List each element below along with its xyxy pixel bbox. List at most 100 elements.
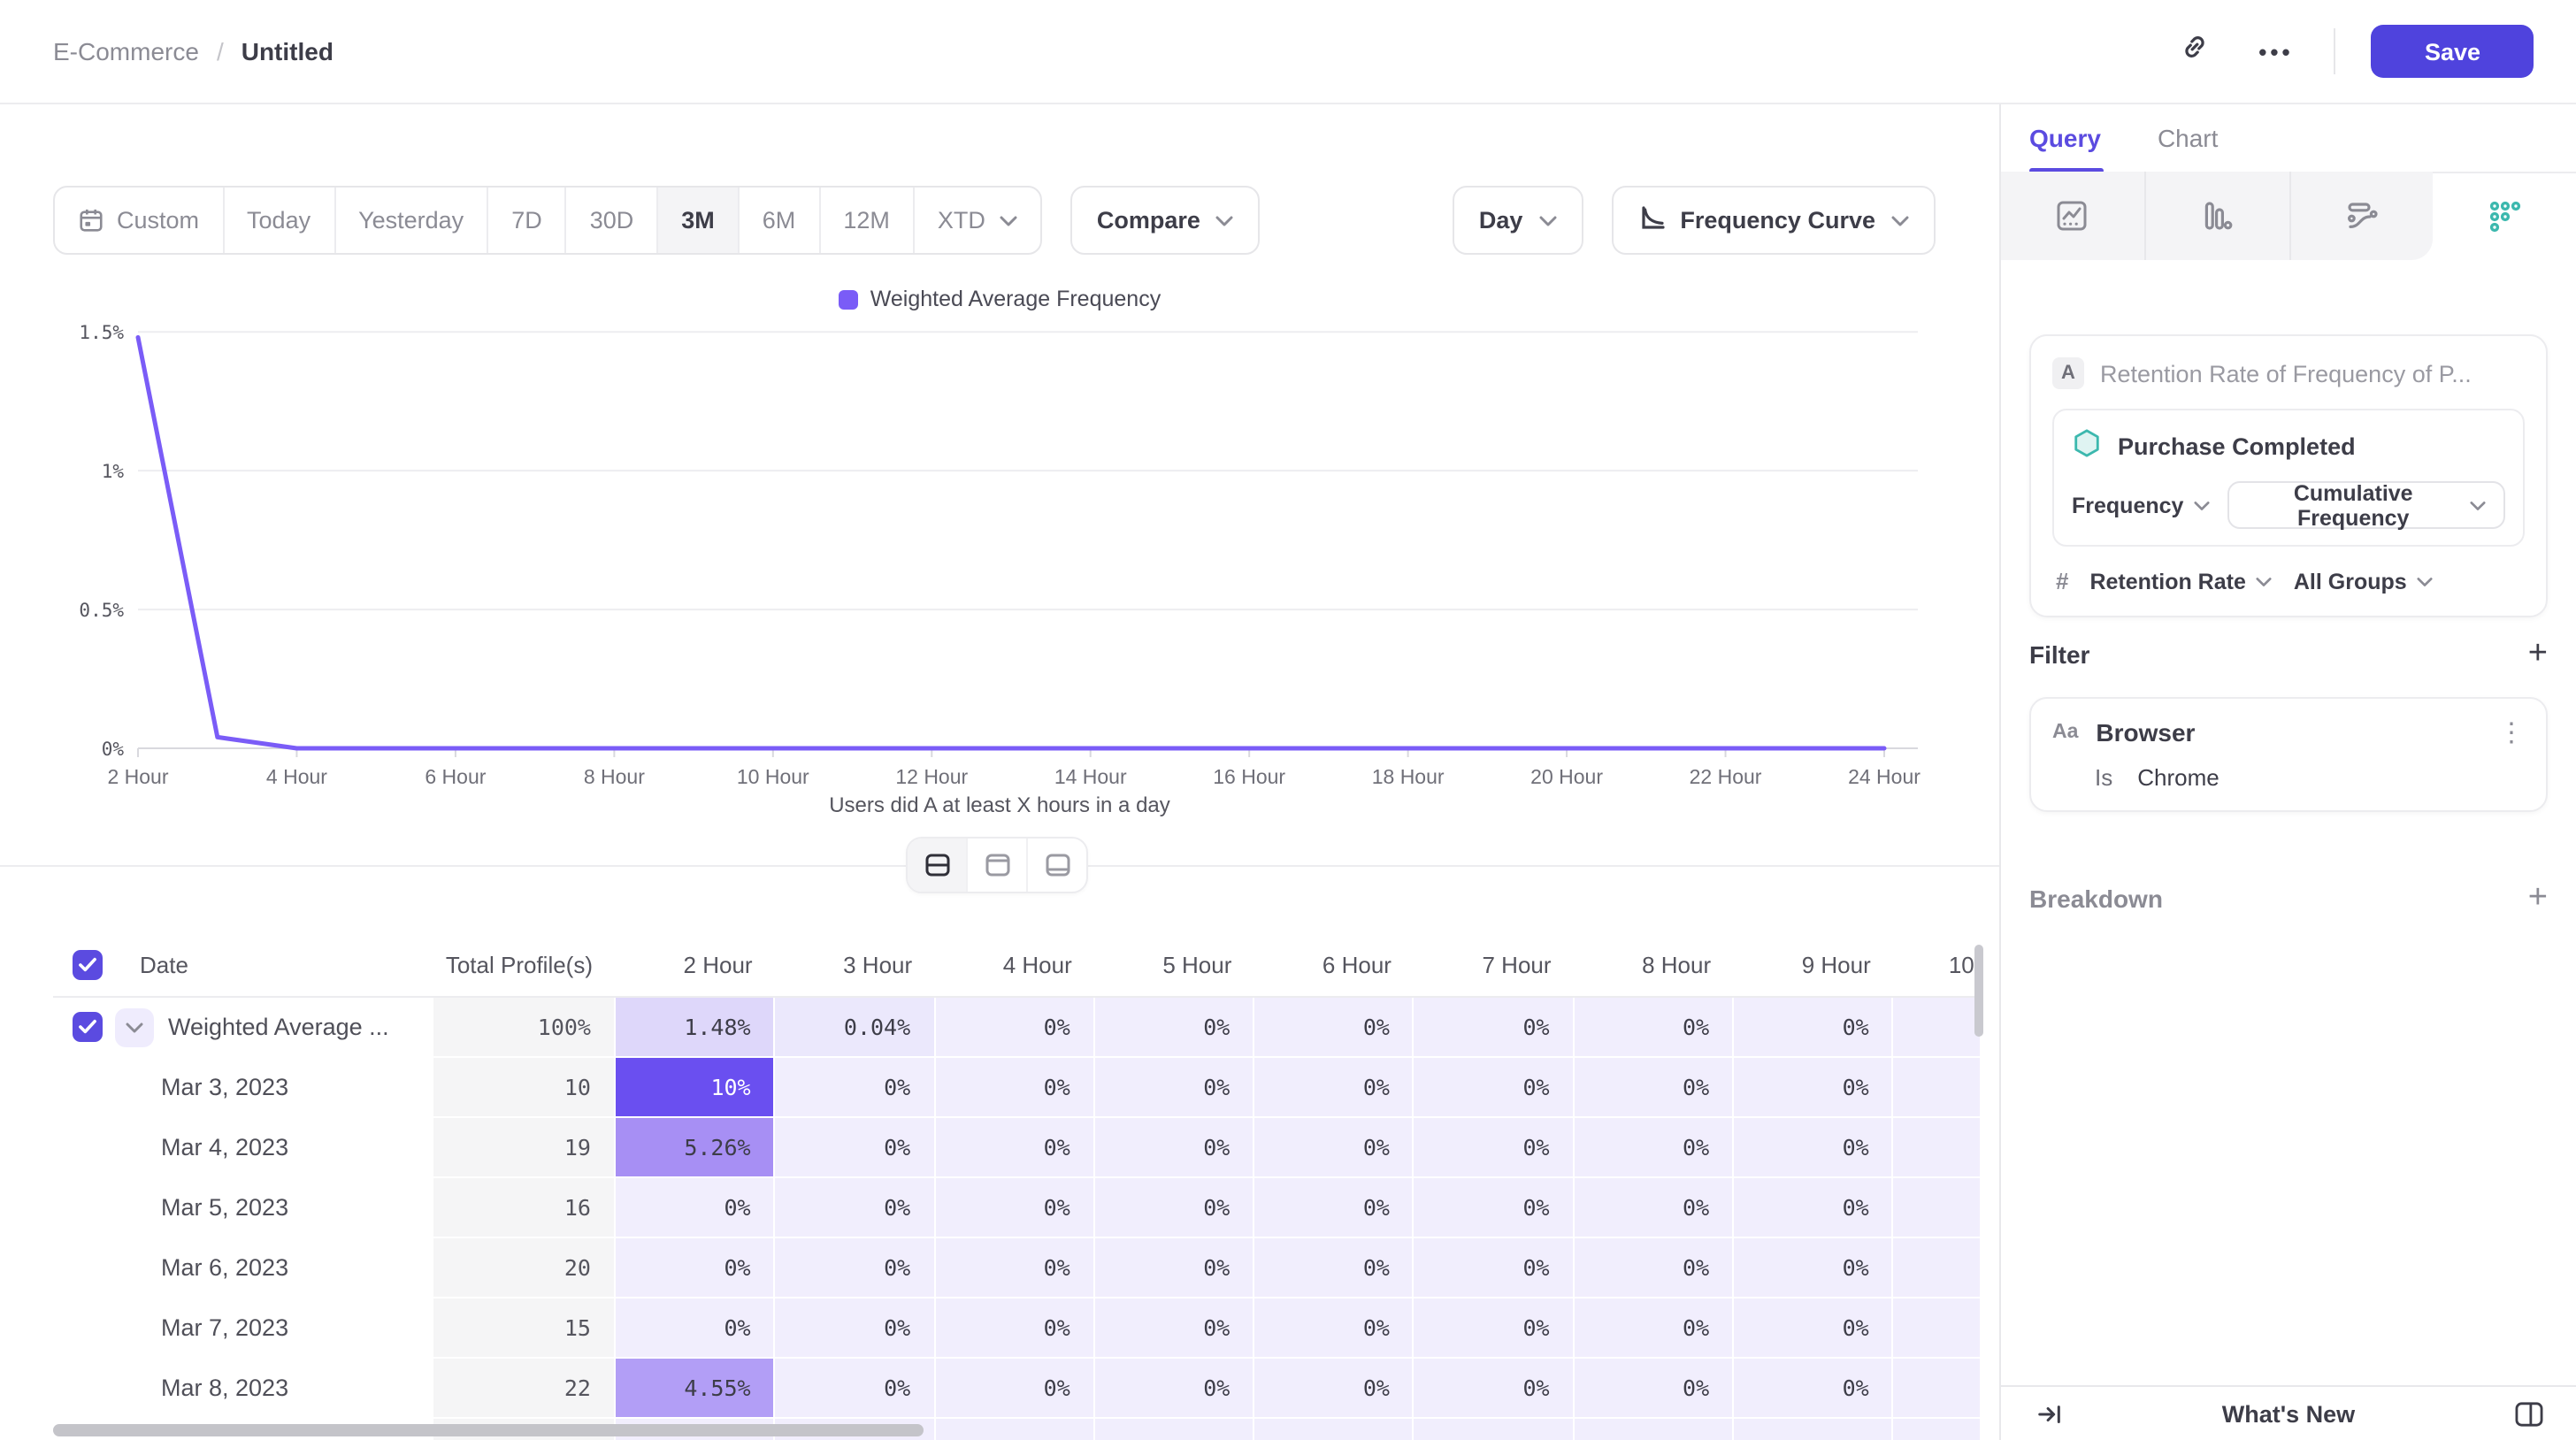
panel-layout-button[interactable]	[2505, 1390, 2551, 1436]
heat-cell[interactable]: 0%	[776, 1238, 936, 1298]
heat-cell[interactable]: 4.55%	[616, 1359, 776, 1419]
heat-cell[interactable]: 0%	[935, 1058, 1095, 1118]
heat-cell[interactable]: 0%	[1894, 1298, 1980, 1359]
heat-cell[interactable]: 0%	[1414, 1178, 1575, 1238]
filter-operator[interactable]: Is	[2095, 764, 2112, 791]
heat-cell[interactable]: 0%	[1734, 1238, 1894, 1298]
query-title-input[interactable]: Retention Rate of Frequency of P...	[2100, 360, 2472, 387]
heat-cell[interactable]: 0.04%	[776, 998, 936, 1058]
heat-cell[interactable]: 0%	[1734, 1298, 1894, 1359]
vertical-scrollbar[interactable]	[1974, 945, 1983, 1037]
heat-cell[interactable]: 0%	[1575, 1178, 1735, 1238]
heat-cell[interactable]	[1414, 1419, 1575, 1440]
cumulative-frequency-dropdown[interactable]: Cumulative Frequency	[2227, 481, 2505, 529]
heat-cell[interactable]: 0%	[935, 1238, 1095, 1298]
heat-cell[interactable]: 0%	[935, 1359, 1095, 1419]
heat-cell[interactable]	[1575, 1419, 1735, 1440]
heat-cell[interactable]: 10%	[616, 1058, 776, 1118]
heat-cell[interactable]: 0%	[1894, 998, 1980, 1058]
heat-cell[interactable]: 0%	[1575, 1118, 1735, 1178]
granularity-dropdown[interactable]: Day	[1453, 186, 1583, 255]
heat-cell[interactable]: 0%	[616, 1178, 776, 1238]
chart-mode-dropdown[interactable]: Frequency Curve	[1611, 186, 1936, 255]
heat-cell[interactable]: 0%	[1254, 1238, 1414, 1298]
heat-cell[interactable]	[1095, 1419, 1255, 1440]
range-custom[interactable]: Custom	[55, 188, 222, 253]
heat-cell[interactable]: 0%	[1575, 998, 1735, 1058]
compare-button[interactable]: Compare	[1070, 186, 1261, 255]
groups-dropdown[interactable]: All Groups	[2294, 569, 2434, 594]
more-options-button[interactable]: •••	[2253, 28, 2299, 74]
heat-cell[interactable]: 0%	[1575, 1238, 1735, 1298]
heat-cell[interactable]: 0%	[616, 1298, 776, 1359]
chart-type-retention[interactable]	[2434, 172, 2576, 260]
heat-cell[interactable]: 0%	[1894, 1359, 1980, 1419]
heat-cell[interactable]: 0%	[1254, 998, 1414, 1058]
layout-chart-bottom-button[interactable]	[1026, 839, 1086, 892]
layout-split-button[interactable]	[908, 839, 966, 892]
breadcrumb-parent[interactable]: E-Commerce	[53, 37, 199, 65]
heat-cell[interactable]: 5.26%	[616, 1118, 776, 1178]
heat-cell[interactable]: 0%	[1894, 1118, 1980, 1178]
heat-cell[interactable]: 0%	[1734, 998, 1894, 1058]
heat-cell[interactable]: 0%	[776, 1178, 936, 1238]
heat-cell[interactable]: 0%	[1894, 1058, 1980, 1118]
heat-cell[interactable]: 0%	[1414, 1359, 1575, 1419]
heat-cell[interactable]: 0%	[776, 1058, 936, 1118]
heat-cell[interactable]: 0%	[935, 1178, 1095, 1238]
filter-value[interactable]: Chrome	[2137, 764, 2220, 791]
heat-cell[interactable]: 0%	[1894, 1238, 1980, 1298]
measure-dropdown[interactable]: Retention Rate	[2089, 569, 2272, 594]
heat-cell[interactable]: 0%	[1414, 998, 1575, 1058]
heat-cell[interactable]: 0%	[1095, 1238, 1255, 1298]
heat-cell[interactable]: 0%	[1254, 1178, 1414, 1238]
heat-cell[interactable]: 1.48%	[616, 998, 776, 1058]
heat-cell[interactable]: 0%	[1414, 1238, 1575, 1298]
whats-new-link[interactable]: What's New	[2072, 1400, 2505, 1427]
heat-cell[interactable]: 0%	[1095, 1058, 1255, 1118]
range-30d[interactable]: 30D	[565, 188, 657, 253]
heat-cell[interactable]: 0%	[1734, 1118, 1894, 1178]
tab-chart[interactable]: Chart	[2158, 104, 2218, 172]
heat-cell[interactable]: 0%	[1095, 1298, 1255, 1359]
frequency-dropdown[interactable]: Frequency	[2072, 493, 2210, 517]
breadcrumb-current[interactable]: Untitled	[242, 37, 334, 65]
filter-menu-icon[interactable]: ⋮	[2498, 719, 2525, 746]
heat-cell[interactable]: 0%	[1095, 1118, 1255, 1178]
heat-cell[interactable]: 0%	[1734, 1058, 1894, 1118]
chart-type-flows[interactable]	[2288, 172, 2434, 260]
copy-link-button[interactable]	[2172, 28, 2218, 74]
heat-cell[interactable]: 0%	[1734, 1359, 1894, 1419]
expand-row-button[interactable]	[115, 1007, 154, 1046]
chart-type-funnels[interactable]	[2144, 172, 2289, 260]
tab-query[interactable]: Query	[2029, 104, 2101, 172]
heat-cell[interactable]: 0%	[1254, 1058, 1414, 1118]
chart-type-insights[interactable]	[2001, 172, 2144, 260]
range-3m[interactable]: 3M	[656, 188, 738, 253]
heat-cell[interactable]: 0%	[935, 1118, 1095, 1178]
heat-cell[interactable]: 0%	[1414, 1118, 1575, 1178]
heat-cell[interactable]: 0%	[1414, 1058, 1575, 1118]
heat-cell[interactable]: 0%	[776, 1359, 936, 1419]
save-button[interactable]: Save	[2372, 25, 2534, 78]
heat-cell[interactable]: 0%	[776, 1298, 936, 1359]
collapse-sidebar-button[interactable]	[2026, 1390, 2072, 1436]
frequency-line-chart[interactable]: 0%0.5%1%1.5%2 Hour4 Hour6 Hour8 Hour10 H…	[0, 301, 1999, 805]
heat-cell[interactable]: 0%	[1254, 1118, 1414, 1178]
filter-property[interactable]: Browser	[2096, 718, 2480, 747]
heat-cell[interactable]: 0%	[935, 998, 1095, 1058]
heat-cell[interactable]: 0%	[1254, 1298, 1414, 1359]
heat-cell[interactable]	[935, 1419, 1095, 1440]
heat-cell[interactable]	[1894, 1419, 1980, 1440]
heat-cell[interactable]: 0%	[1575, 1058, 1735, 1118]
heat-cell[interactable]: 0%	[1894, 1178, 1980, 1238]
add-breakdown-button[interactable]: +	[2528, 881, 2548, 915]
event-selector[interactable]: Purchase Completed	[2072, 428, 2505, 463]
heat-cell[interactable]: 0%	[776, 1118, 936, 1178]
range-7d[interactable]: 7D	[487, 188, 565, 253]
heat-cell[interactable]: 0%	[935, 1298, 1095, 1359]
layout-chart-top-button[interactable]	[966, 839, 1026, 892]
heat-cell[interactable]: 0%	[1414, 1298, 1575, 1359]
heat-cell[interactable]: 0%	[1575, 1359, 1735, 1419]
heat-cell[interactable]: 0%	[1734, 1178, 1894, 1238]
